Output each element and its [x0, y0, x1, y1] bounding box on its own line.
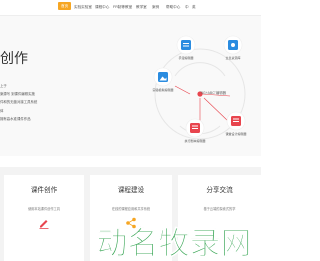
nav-item-classroom[interactable]: FR制等教室 [113, 4, 132, 10]
nav-item-lang-en[interactable]: 英 [192, 4, 196, 10]
node-picture [153, 67, 173, 87]
hero-text-line: 体 [0, 109, 4, 113]
diagram-center-label: "5G+ABC"编辑器 [199, 91, 227, 95]
card-title: 分享交流 [206, 187, 233, 194]
sticky-note-icon [181, 40, 191, 50]
feature-card-courseware[interactable]: 课件创作 使用本站课件创作工具 [4, 175, 84, 261]
card-description: 使用本站课件创作工具 [28, 207, 60, 211]
hero-text-line: 拥有高水准课件作品 [0, 117, 31, 121]
nav-item-cases[interactable]: 案例 [152, 4, 159, 10]
top-navigation-bar: 首页 实验实验室 课程中心 FR制等教室 教学室 案例 帮助中心 中 英 [0, 0, 261, 16]
node-label: 实验模拟编辑器 [152, 88, 174, 92]
node-notebook [226, 111, 246, 131]
edit-icon [39, 220, 49, 229]
nav-item-lab[interactable]: 实验实验室 [74, 4, 92, 10]
node-label: 手漫编辑器 [178, 56, 194, 60]
diagram-connector [203, 97, 229, 122]
watermark-text: 动名牧录网 [97, 226, 252, 261]
watermark-logo: 动名牧录网 [96, 226, 252, 261]
nav-item-teaching-room[interactable]: 教学室 [136, 4, 147, 10]
card-description: 在线的课程应用和共享系统 [111, 207, 151, 211]
node-label: 课堂设计编辑器 [225, 132, 247, 136]
hero-text-line: 案源写 到课件编辑实施 [0, 92, 35, 96]
editor-ecosystem-diagram: "5G+ABC"编辑器 手漫编辑器 全息资源库 实验模拟编辑器 执行剧本编辑器 … [140, 16, 261, 156]
card-description: 基于云端的探索式的学 [203, 207, 236, 211]
diagram-inner-arc [174, 62, 226, 77]
diagram-connector [174, 85, 191, 95]
node-sticky-note [176, 35, 196, 55]
hero-text-line: 上于 [0, 84, 7, 88]
card-title: 课件创作 [30, 187, 58, 194]
node-label: 执行剧本编辑器 [184, 139, 206, 143]
hero-text-line: 件和的无缝对接工具系统 [0, 100, 38, 104]
nav-item-lang-zh[interactable]: 中 [185, 4, 189, 10]
node-document [185, 118, 205, 138]
hero-title: 创作 [0, 50, 28, 66]
node-puzzle [223, 35, 243, 55]
card-title: 课程建设 [117, 187, 145, 194]
nav-item-help[interactable]: 帮助中心 [166, 4, 180, 10]
nav-item-home[interactable]: 首页 [58, 2, 72, 10]
nav-item-courses[interactable]: 课程中心 [95, 4, 109, 10]
node-label: 全息资源库 [225, 56, 241, 60]
